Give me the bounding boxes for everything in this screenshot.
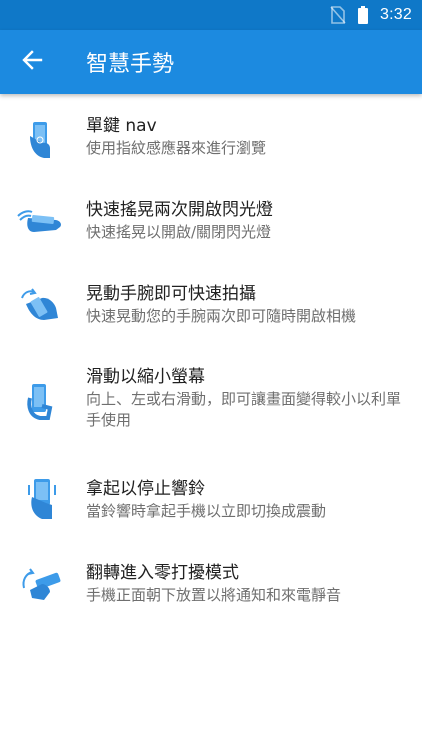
gesture-summary: 當鈴響時拿起手機以立即切換成震動 (86, 502, 327, 520)
gesture-item-chop-flashlight[interactable]: 快速搖晃兩次開啟閃光燈 快速搖晃以開啟/關閉閃光燈 (0, 178, 422, 262)
app-bar: 智慧手勢 (0, 30, 422, 94)
page-title: 智慧手勢 (86, 52, 175, 77)
gesture-summary: 快速搖晃以開啟/關閉閃光燈 (86, 223, 272, 241)
gesture-summary: 向上、左或右滑動，即可讓畫面變得較小以利單手使用 (86, 390, 402, 429)
gesture-title: 滑動以縮小螢幕 (86, 367, 205, 387)
gesture-title: 快速搖晃兩次開啟閃光燈 (86, 200, 273, 220)
gesture-summary: 快速晃動您的手腕兩次即可隨時開啟相機 (86, 307, 357, 325)
twist-wrist-icon (16, 282, 64, 330)
gesture-item-swipe-shrink[interactable]: 滑動以縮小螢幕 向上、左或右滑動，即可讓畫面變得較小以利單手使用 (0, 346, 422, 451)
gesture-item-flip-dnd[interactable]: 翻轉進入零打擾模式 手機正面朝下放置以將通知和來電靜音 (0, 541, 422, 625)
no-sim-icon (330, 6, 346, 24)
gesture-title: 單鍵 nav (86, 116, 157, 136)
pickup-phone-icon (16, 475, 64, 523)
gesture-title: 拿起以停止響鈴 (86, 479, 205, 499)
back-button[interactable] (0, 30, 64, 94)
chop-gesture-icon (16, 198, 64, 246)
gesture-summary: 使用指紋感應器來進行瀏覽 (86, 139, 267, 157)
gesture-title: 晃動手腕即可快速拍攝 (86, 284, 256, 304)
battery-icon (358, 6, 369, 24)
status-time: 3:32 (380, 6, 412, 23)
gesture-title: 翻轉進入零打擾模式 (86, 563, 239, 583)
swipe-shrink-icon (16, 376, 64, 424)
status-bar: 3:32 (0, 0, 422, 30)
gesture-item-one-button-nav[interactable]: 單鍵 nav 使用指紋感應器來進行瀏覽 (0, 94, 422, 174)
gesture-item-twist-camera[interactable]: 晃動手腕即可快速拍攝 快速晃動您的手腕兩次即可隨時開啟相機 (0, 262, 422, 346)
flip-phone-icon (16, 560, 64, 608)
gesture-item-pickup-silence[interactable]: 拿起以停止響鈴 當鈴響時拿起手機以立即切換成震動 (0, 457, 422, 541)
back-arrow-icon (21, 49, 43, 75)
gesture-summary: 手機正面朝下放置以將通知和來電靜音 (86, 586, 342, 604)
fingerprint-phone-icon (16, 116, 64, 164)
